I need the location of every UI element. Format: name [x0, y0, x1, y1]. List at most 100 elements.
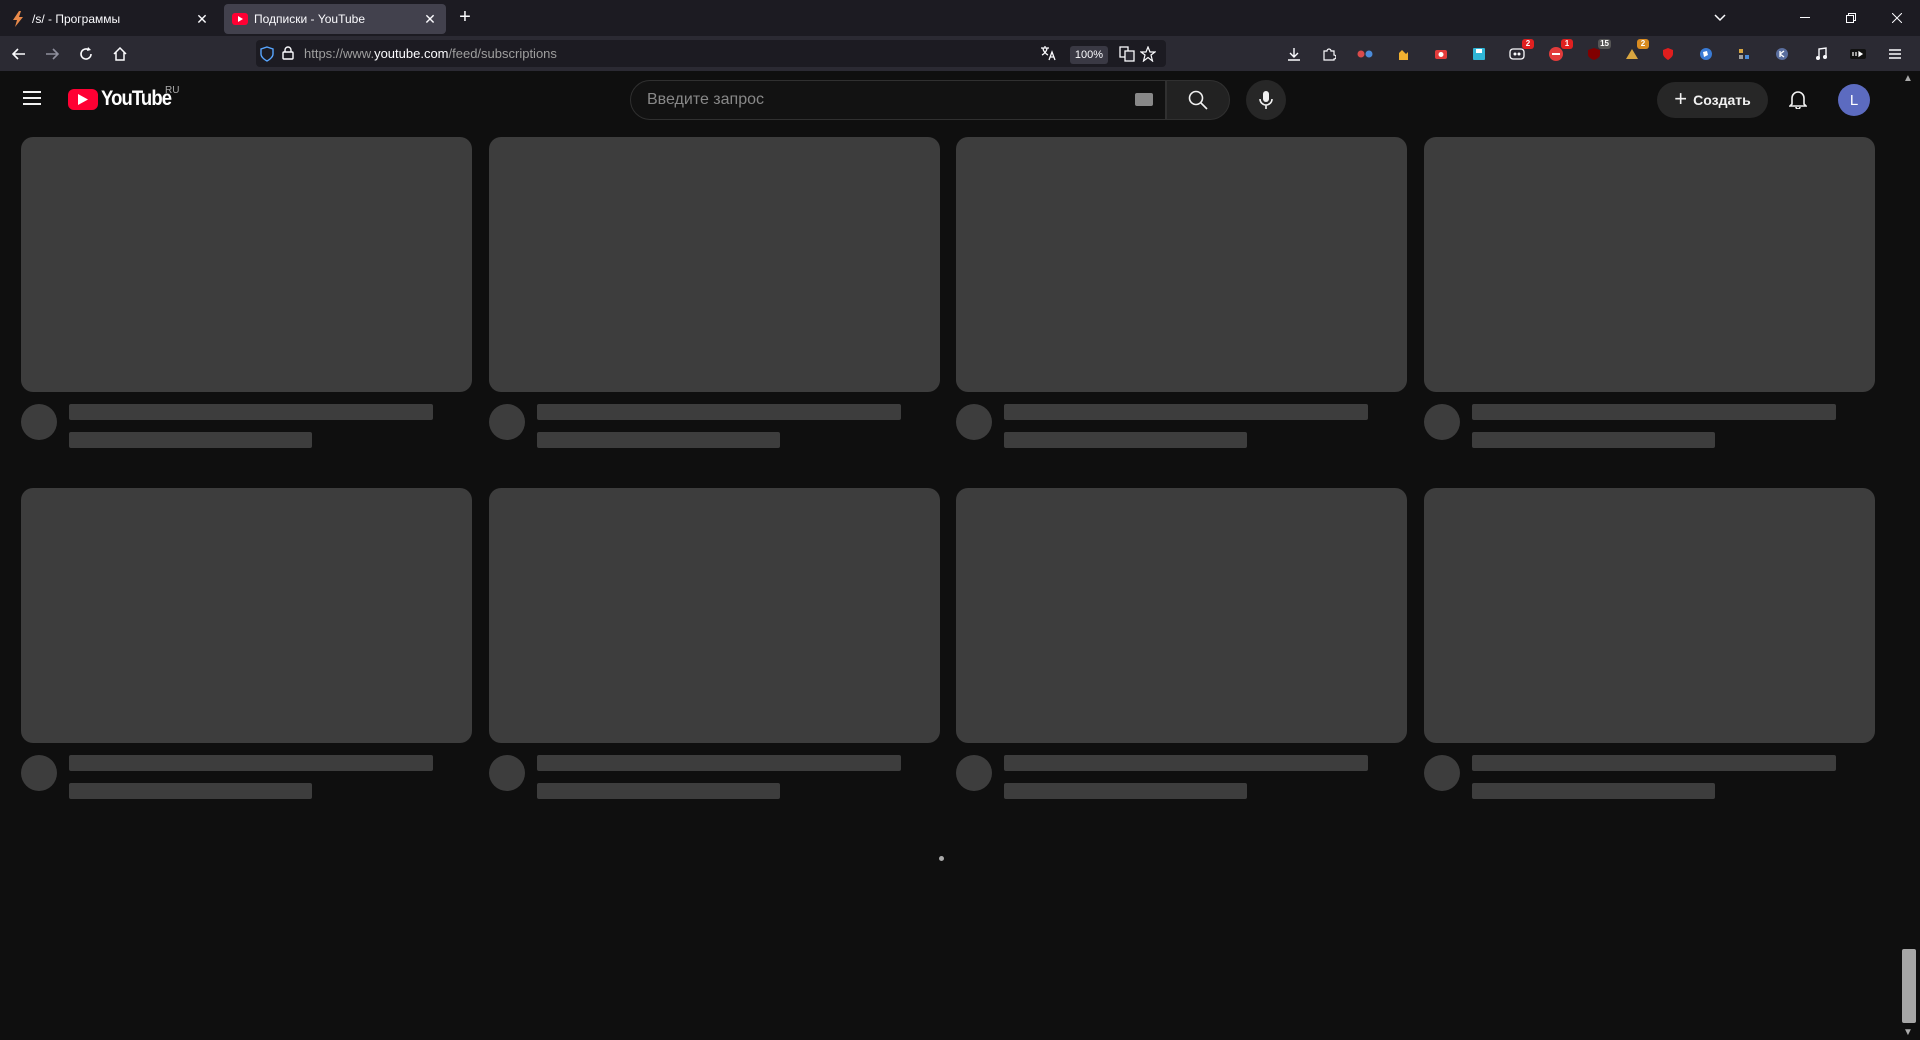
tab-subscriptions[interactable]: Подписки - YouTube ✕	[224, 4, 446, 34]
tools-extension-icon[interactable]	[1733, 43, 1755, 65]
badge-count: 15	[1598, 39, 1611, 49]
close-tab-icon[interactable]: ✕	[422, 11, 438, 27]
badge-count: 1	[1561, 39, 1573, 49]
account-avatar[interactable]: L	[1838, 84, 1870, 116]
channel-avatar-placeholder	[21, 404, 57, 440]
region-code: RU	[165, 85, 180, 96]
channel-avatar-placeholder	[956, 404, 992, 440]
microphone-icon	[1259, 91, 1273, 109]
keyboard-icon[interactable]	[1135, 93, 1153, 106]
search-input[interactable]	[647, 91, 1087, 109]
video-card-skeleton	[1424, 488, 1875, 799]
tab-title: /s/ - Программы	[32, 12, 121, 26]
bookmark-star-icon[interactable]	[1137, 43, 1159, 65]
create-label: Создать	[1693, 92, 1751, 108]
youtube-play-icon	[68, 88, 98, 110]
video-card-skeleton	[956, 137, 1407, 448]
channel-avatar-placeholder	[1424, 404, 1460, 440]
meta-placeholder	[537, 432, 780, 448]
video-card-skeleton	[489, 488, 940, 799]
meta-placeholder	[537, 783, 780, 799]
restore-icon[interactable]	[1828, 0, 1874, 36]
thumbnail-placeholder	[489, 137, 940, 392]
browser-tabstrip: /s/ - Программы ✕ Подписки - YouTube ✕ +	[0, 0, 1920, 36]
k-extension-icon[interactable]	[1771, 43, 1793, 65]
guide-menu-icon[interactable]	[20, 87, 44, 111]
channel-avatar-placeholder	[956, 755, 992, 791]
title-placeholder	[1004, 404, 1368, 420]
video-card-skeleton	[21, 137, 472, 448]
save-extension-icon[interactable]	[1468, 43, 1490, 65]
hand-extension-icon[interactable]	[1392, 43, 1414, 65]
screenshot-extension-icon[interactable]	[1430, 43, 1452, 65]
address-bar[interactable]: https://www.youtube.com/feed/subscriptio…	[256, 40, 1166, 67]
close-tab-icon[interactable]: ✕	[194, 11, 210, 27]
title-placeholder	[537, 755, 901, 771]
lock-icon[interactable]	[282, 46, 294, 65]
list-all-tabs-icon[interactable]	[1710, 8, 1730, 28]
ext-badge-1-icon[interactable]: 2	[1506, 39, 1534, 65]
music-icon[interactable]	[1810, 43, 1832, 65]
scroll-down-arrow-icon[interactable]: ▼	[1903, 1027, 1913, 1038]
meta-placeholder	[1472, 432, 1715, 448]
thumbnail-placeholder	[21, 137, 472, 392]
thumbnail-placeholder	[956, 488, 1407, 743]
title-placeholder	[69, 404, 433, 420]
create-button[interactable]: + Создать	[1657, 82, 1768, 118]
shield-icon[interactable]	[260, 46, 274, 67]
scroll-up-arrow-icon[interactable]: ▲	[1903, 73, 1913, 84]
notifications-bell-icon[interactable]	[1784, 85, 1812, 113]
minimize-icon[interactable]	[1782, 0, 1828, 36]
new-tab-button[interactable]: +	[454, 7, 476, 29]
title-placeholder	[537, 404, 901, 420]
thumbnail-placeholder	[489, 488, 940, 743]
thumbnail-placeholder	[21, 488, 472, 743]
lightning-icon	[10, 11, 26, 27]
thumbnail-placeholder	[1424, 488, 1875, 743]
title-placeholder	[69, 755, 433, 771]
extensions-puzzle-icon[interactable]	[1318, 43, 1340, 65]
tab-title: Подписки - YouTube	[254, 12, 366, 26]
youtube-logo[interactable]: YouTube RU	[68, 85, 181, 110]
meta-placeholder	[1004, 432, 1247, 448]
translate-icon[interactable]	[1040, 45, 1056, 66]
ublock-icon[interactable]: 15	[1583, 39, 1611, 65]
badge-count: 2	[1637, 39, 1649, 49]
back-icon[interactable]	[7, 42, 31, 66]
video-card-skeleton	[956, 488, 1407, 799]
voice-search-button[interactable]	[1246, 80, 1286, 120]
search-icon	[1188, 90, 1208, 110]
thumbnail-placeholder	[956, 137, 1407, 392]
downloads-icon[interactable]	[1283, 43, 1305, 65]
search-box[interactable]	[630, 80, 1166, 120]
loading-spinner	[939, 856, 944, 861]
plus-icon: +	[1674, 86, 1688, 111]
glasses-extension-icon[interactable]	[1354, 43, 1376, 65]
scrollbar-thumb[interactable]	[1902, 949, 1916, 1023]
meta-placeholder	[1004, 783, 1247, 799]
tab-programs[interactable]: /s/ - Программы ✕	[2, 4, 218, 34]
meta-placeholder	[1472, 783, 1715, 799]
youtube-header: YouTube RU + Создать L	[0, 71, 1898, 127]
page-scrollbar[interactable]: ▲ ▼	[1898, 71, 1920, 1040]
logo-text: YouTube	[101, 87, 172, 110]
reload-icon[interactable]	[74, 42, 98, 66]
title-placeholder	[1472, 404, 1836, 420]
menu-icon[interactable]	[1884, 43, 1906, 65]
globe-extension-icon[interactable]	[1695, 43, 1717, 65]
youtube-favicon-icon	[232, 11, 248, 27]
ext-badge-2-icon[interactable]: 1	[1545, 39, 1573, 65]
page-translate-icon[interactable]	[1116, 43, 1138, 65]
ext-badge-4-icon[interactable]: 2	[1621, 39, 1649, 65]
search-button[interactable]	[1166, 80, 1230, 120]
close-window-icon[interactable]	[1874, 0, 1920, 36]
media-extension-icon[interactable]	[1847, 43, 1869, 65]
video-card-skeleton	[21, 488, 472, 799]
channel-avatar-placeholder	[21, 755, 57, 791]
forward-icon[interactable]	[40, 42, 64, 66]
url-text: https://www.youtube.com/feed/subscriptio…	[304, 46, 557, 61]
channel-avatar-placeholder	[489, 755, 525, 791]
zoom-level[interactable]: 100%	[1070, 46, 1108, 64]
home-icon[interactable]	[108, 42, 132, 66]
shield-red-extension-icon[interactable]	[1657, 43, 1679, 65]
